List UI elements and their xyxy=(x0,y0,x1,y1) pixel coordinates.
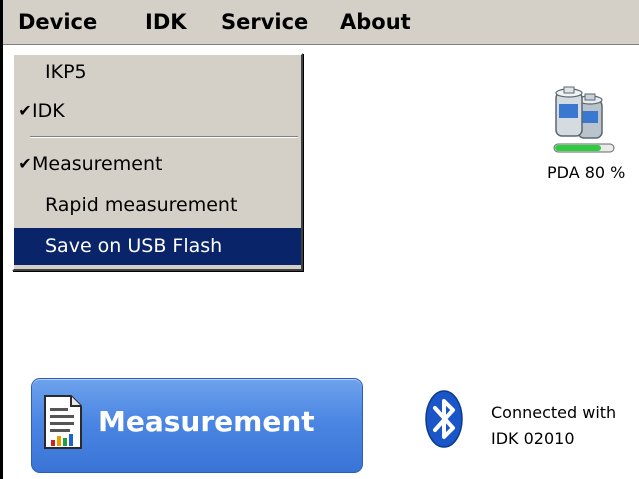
menu-service[interactable]: Service xyxy=(221,0,308,44)
menu-item-label: IDK xyxy=(32,100,65,122)
menu-item-ikp5[interactable]: IKP5 xyxy=(14,55,301,89)
document-chart-icon xyxy=(43,394,83,450)
battery-label: PDA 80 % xyxy=(547,163,626,182)
menu-device[interactable]: Device xyxy=(18,0,97,44)
menu-item-idk[interactable]: ✔ IDK xyxy=(14,94,301,128)
menu-separator xyxy=(30,136,298,138)
connection-status-line2: IDK 02010 xyxy=(491,429,575,448)
battery-level-bar xyxy=(555,145,601,151)
menu-about[interactable]: About xyxy=(340,0,411,44)
menu-item-rapid-measurement[interactable]: Rapid measurement xyxy=(14,188,301,222)
bluetooth-icon xyxy=(424,389,464,449)
menu-item-save-on-usb-flash[interactable]: Save on USB Flash xyxy=(14,228,301,265)
menu-item-measurement[interactable]: ✔ Measurement xyxy=(14,147,301,181)
menu-item-label: Rapid measurement xyxy=(45,194,238,216)
connection-status-line1: Connected with xyxy=(491,403,617,422)
menu-bar: Device IDK Service About xyxy=(3,0,639,45)
battery-icon xyxy=(552,86,618,156)
menu-item-label: Save on USB Flash xyxy=(45,235,223,257)
connection-status: Connected with IDK 02010 xyxy=(491,400,616,452)
measurement-button-label: Measurement xyxy=(98,405,315,438)
menu-idk[interactable]: IDK xyxy=(145,0,187,44)
measurement-button[interactable]: Measurement xyxy=(31,378,363,473)
menu-item-label: IKP5 xyxy=(45,61,87,83)
device-dropdown-menu: IKP5 ✔ IDK ✔ Measurement Rapid measureme… xyxy=(12,53,303,271)
window-border xyxy=(0,0,3,479)
menu-item-label: Measurement xyxy=(32,153,163,175)
